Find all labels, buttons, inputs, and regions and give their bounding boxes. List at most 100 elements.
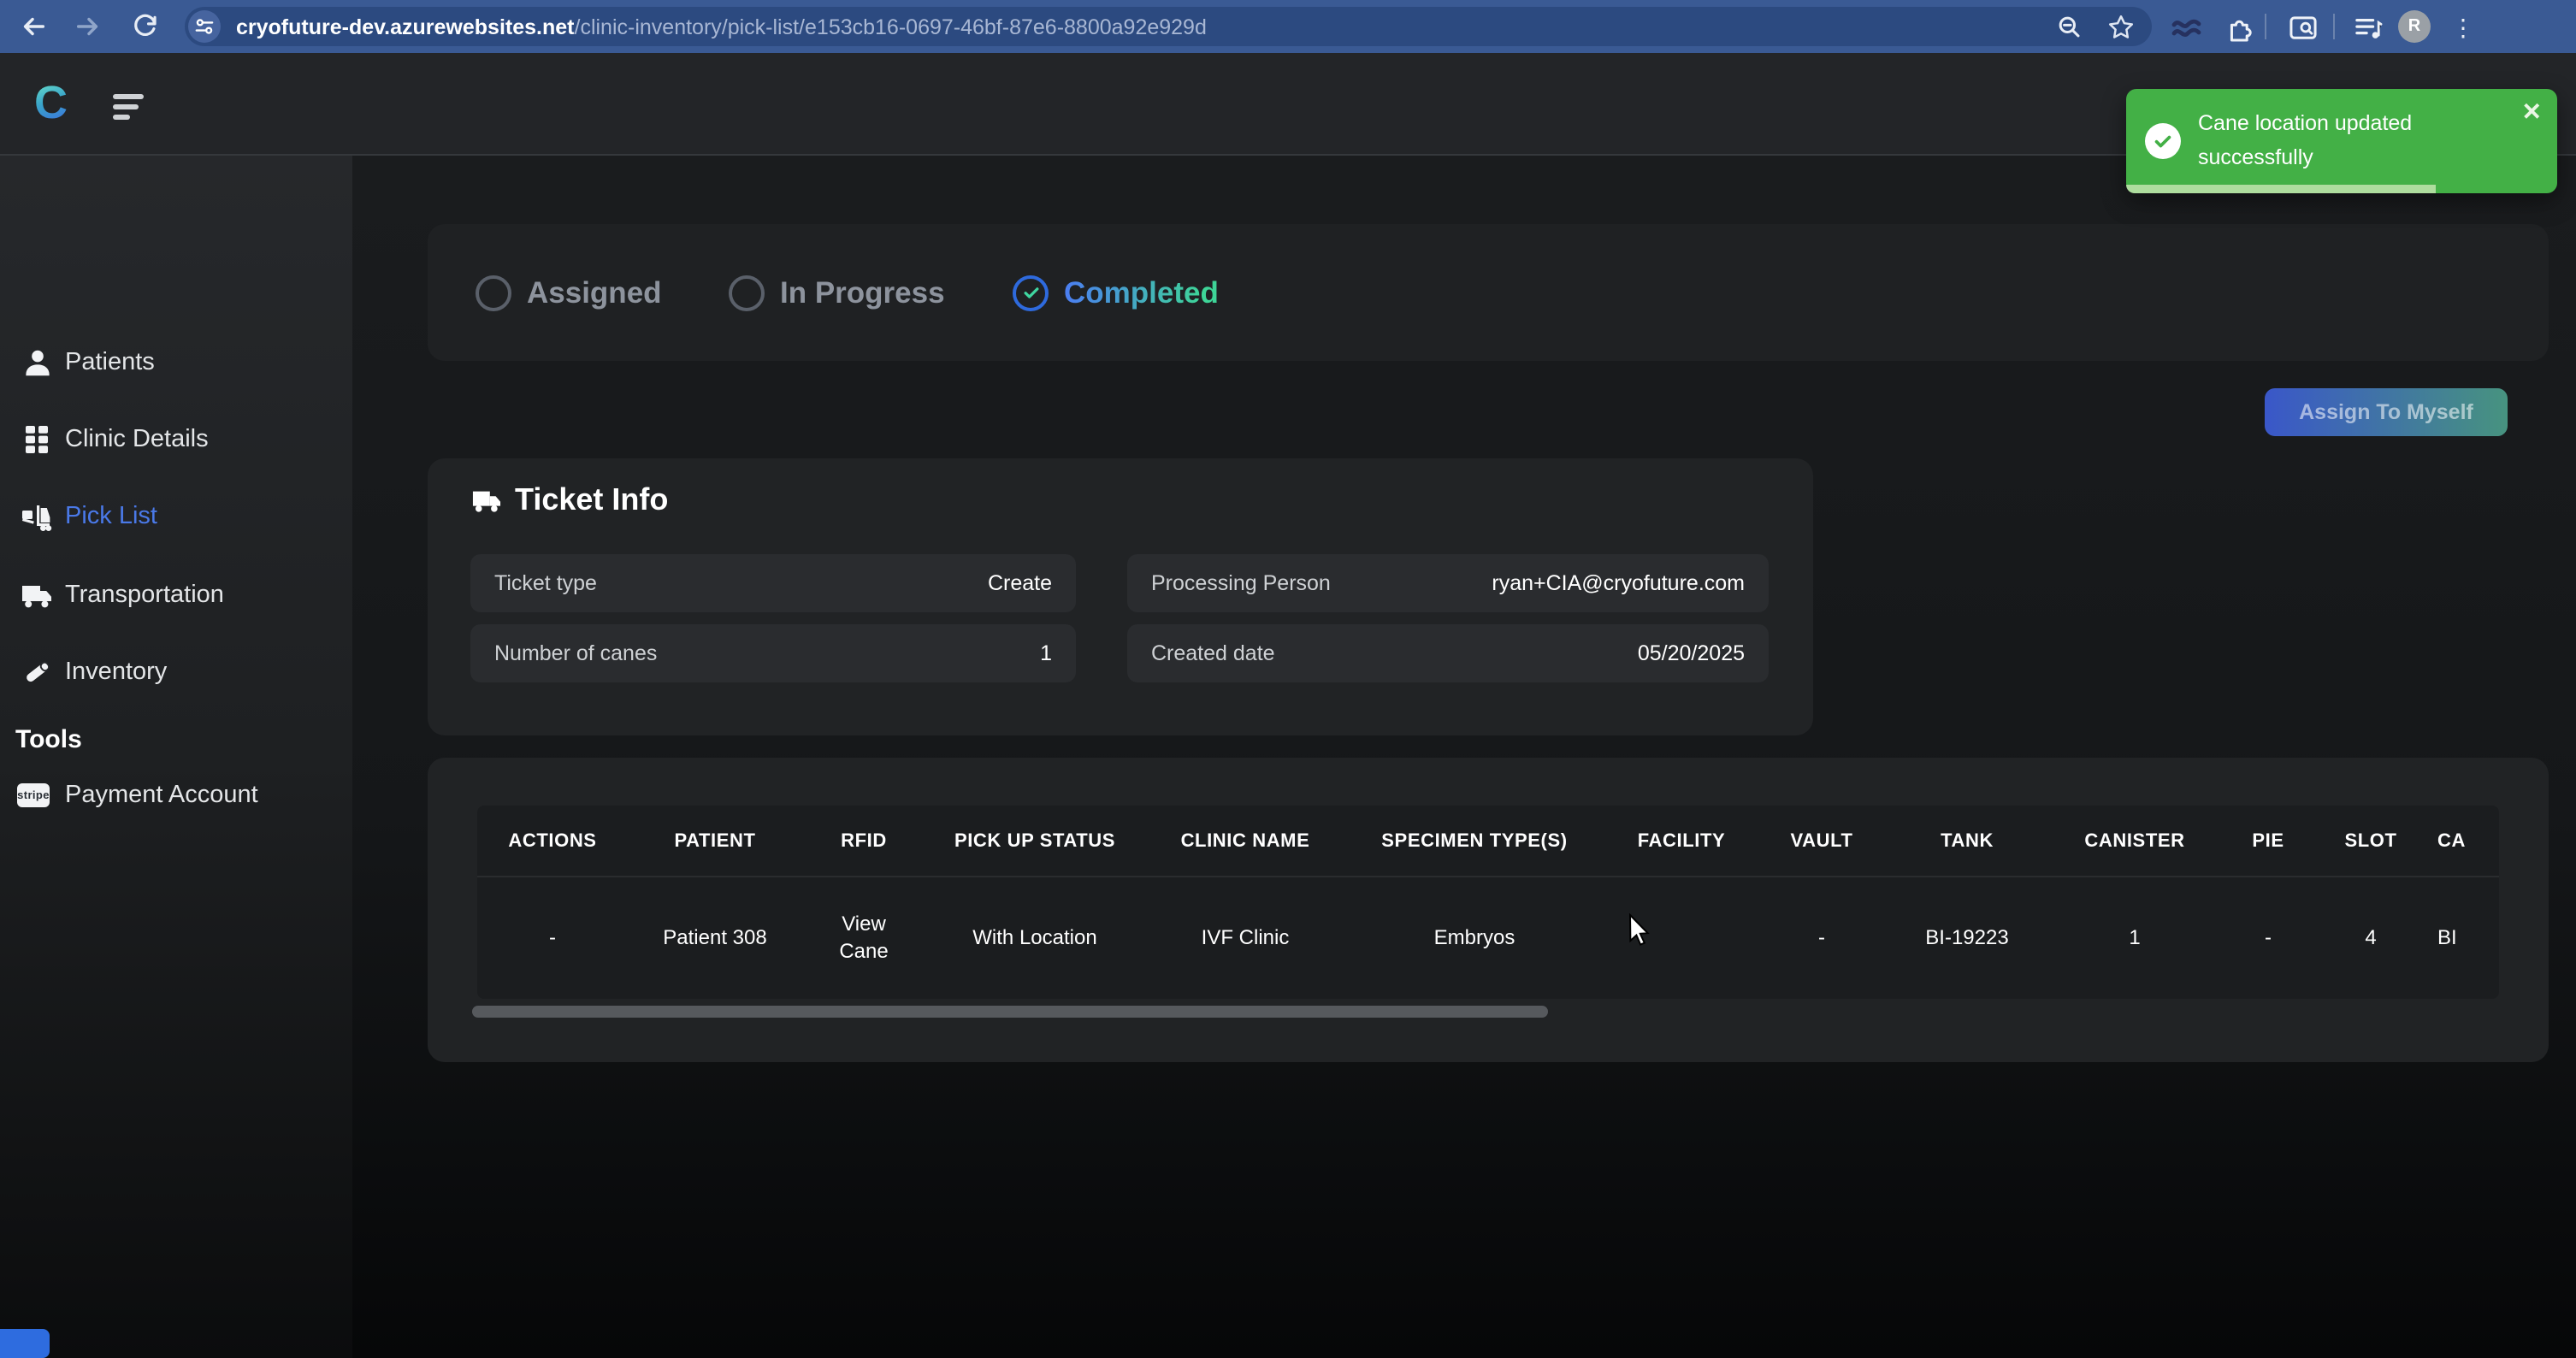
field-number-of-canes: Number of canes 1 (470, 624, 1076, 682)
scrollbar-thumb[interactable] (472, 1006, 1548, 1018)
field-created-date: Created date 05/20/2025 (1127, 624, 1769, 682)
stripe-icon: stripe (17, 779, 50, 812)
sidebar-item-label: Payment Account (65, 782, 258, 809)
col-header-patient: PATIENT (628, 830, 802, 851)
cell-clinic-name: IVF Clinic (1144, 924, 1346, 951)
field-value: ryan+CIA@cryofuture.com (1492, 571, 1745, 595)
back-icon[interactable] (14, 7, 51, 44)
vial-icon (21, 656, 53, 688)
toolbar-separator (2333, 14, 2335, 39)
horizontal-scrollbar[interactable] (472, 1006, 2504, 1018)
sidebar-item-payment-account[interactable]: stripe Payment Account (0, 770, 352, 821)
site-settings-icon[interactable] (188, 10, 221, 43)
truck-icon (21, 579, 53, 611)
field-value: 05/20/2025 (1638, 641, 1745, 665)
field-label: Ticket type (494, 571, 597, 595)
view-cane-link[interactable]: View Cane (824, 910, 903, 965)
col-header-vault: VAULT (1760, 830, 1883, 851)
sidebar-item-inventory[interactable]: Inventory (0, 647, 352, 698)
cell-pie: - (2219, 924, 2318, 951)
tab-label: Completed (1064, 275, 1219, 310)
pick-list-table: ACTIONS PATIENT RFID PICK UP STATUS CLIN… (477, 806, 2499, 999)
person-icon (21, 346, 53, 379)
field-label: Created date (1151, 641, 1275, 665)
sidebar-item-pick-list[interactable]: Pick List (0, 491, 352, 542)
cell-tank: BI-19223 (1883, 924, 2051, 951)
toast-close-icon[interactable]: ✕ (2522, 99, 2542, 123)
field-value: Create (988, 571, 1052, 595)
url-host: cryofuture-dev.azurewebsites.net (236, 15, 575, 38)
tab-completed[interactable]: Completed (1013, 224, 1219, 361)
side-panel-search-icon[interactable] (2282, 7, 2323, 48)
ticket-info-title-text: Ticket Info (515, 482, 668, 518)
col-header-specimen-types: SPECIMEN TYPE(S) (1346, 830, 1603, 851)
col-header-pie: PIE (2219, 830, 2318, 851)
cell-rfid: View Cane (802, 910, 925, 965)
field-label: Processing Person (1151, 571, 1331, 595)
bookmark-star-icon[interactable] (2100, 7, 2142, 48)
col-header-actions: ACTIONS (477, 830, 628, 851)
ticket-info-card: Ticket Info Ticket type Create Processin… (428, 458, 1813, 735)
wave-extension-icon[interactable] (2165, 7, 2207, 48)
browser-menu-icon[interactable]: ⋮ (2443, 7, 2484, 48)
toast-progress-bar (2126, 185, 2436, 193)
sidebar-item-label: Inventory (65, 658, 167, 686)
zoom-out-icon[interactable] (2049, 7, 2090, 48)
browser-toolbar: cryofuture-dev.azurewebsites.net/clinic-… (0, 0, 2576, 53)
sidebar-item-label: Patients (65, 349, 155, 376)
toast-notification: Cane location updated successfully ✕ (2126, 89, 2557, 193)
main-content: Assigned In Progress Completed Assign To… (352, 156, 2576, 1358)
radio-circle-icon[interactable] (729, 275, 765, 310)
media-playlist-icon[interactable] (2347, 7, 2388, 48)
browser-profile-avatar[interactable]: R (2398, 10, 2431, 43)
table-row: - Patient 308 View Cane With Location IV… (477, 877, 2499, 997)
field-value: 1 (1040, 641, 1052, 665)
extensions-puzzle-icon[interactable] (2217, 7, 2258, 48)
hamburger-menu-icon[interactable] (113, 94, 147, 118)
col-header-facility: FACILITY (1603, 830, 1760, 851)
cell-actions: - (477, 924, 628, 951)
radio-check-icon[interactable] (1013, 275, 1049, 310)
field-label: Number of canes (494, 641, 657, 665)
grid-icon (21, 423, 53, 456)
forklift-icon (21, 500, 53, 533)
success-check-icon (2145, 123, 2181, 159)
pick-list-table-card: ACTIONS PATIENT RFID PICK UP STATUS CLIN… (428, 758, 2549, 1062)
field-processing-person: Processing Person ryan+CIA@cryofuture.co… (1127, 554, 1769, 612)
col-header-rfid: RFID (802, 830, 925, 851)
address-bar[interactable]: cryofuture-dev.azurewebsites.net/clinic-… (185, 7, 2152, 46)
sidebar-item-transportation[interactable]: Transportation (0, 570, 352, 621)
cell-pick-up-status: With Location (925, 924, 1144, 951)
mouse-cursor (1628, 913, 1654, 958)
sidebar-item-label: Transportation (65, 582, 224, 609)
sidebar: Patients Clinic Details Pick List Transp… (0, 156, 352, 1358)
page: cryofuture-dev.azurewebsites.net/clinic-… (0, 0, 2576, 1358)
tab-label: Assigned (527, 275, 662, 310)
reload-icon[interactable] (127, 7, 164, 44)
cell-cane: BI (2424, 924, 2499, 951)
bottom-left-chip[interactable] (0, 1329, 50, 1358)
sidebar-item-patients[interactable]: Patients (0, 337, 352, 388)
col-header-cane: CA (2424, 830, 2499, 851)
col-header-tank: TANK (1883, 830, 2051, 851)
status-filter-bar: Assigned In Progress Completed (428, 224, 2549, 361)
assign-to-myself-button[interactable]: Assign To Myself (2265, 388, 2508, 436)
tab-in-progress[interactable]: In Progress (729, 224, 945, 361)
tab-assigned[interactable]: Assigned (476, 224, 662, 361)
cell-patient: Patient 308 (628, 924, 802, 951)
field-ticket-type: Ticket type Create (470, 554, 1076, 612)
ticket-info-title: Ticket Info (470, 482, 668, 518)
truck-icon (470, 486, 503, 515)
col-header-clinic-name: CLINIC NAME (1144, 830, 1346, 851)
radio-circle-icon[interactable] (476, 275, 511, 310)
table-header-row: ACTIONS PATIENT RFID PICK UP STATUS CLIN… (477, 806, 2499, 877)
col-header-pick-up-status: PICK UP STATUS (925, 830, 1144, 851)
cell-vault: - (1760, 924, 1883, 951)
col-header-canister: CANISTER (2051, 830, 2219, 851)
sidebar-item-label: Pick List (65, 503, 157, 530)
forward-icon[interactable] (68, 7, 106, 44)
app-logo[interactable]: C (34, 77, 68, 130)
toolbar-separator (2265, 14, 2266, 39)
cell-canister: 1 (2051, 924, 2219, 951)
sidebar-item-clinic-details[interactable]: Clinic Details (0, 414, 352, 465)
